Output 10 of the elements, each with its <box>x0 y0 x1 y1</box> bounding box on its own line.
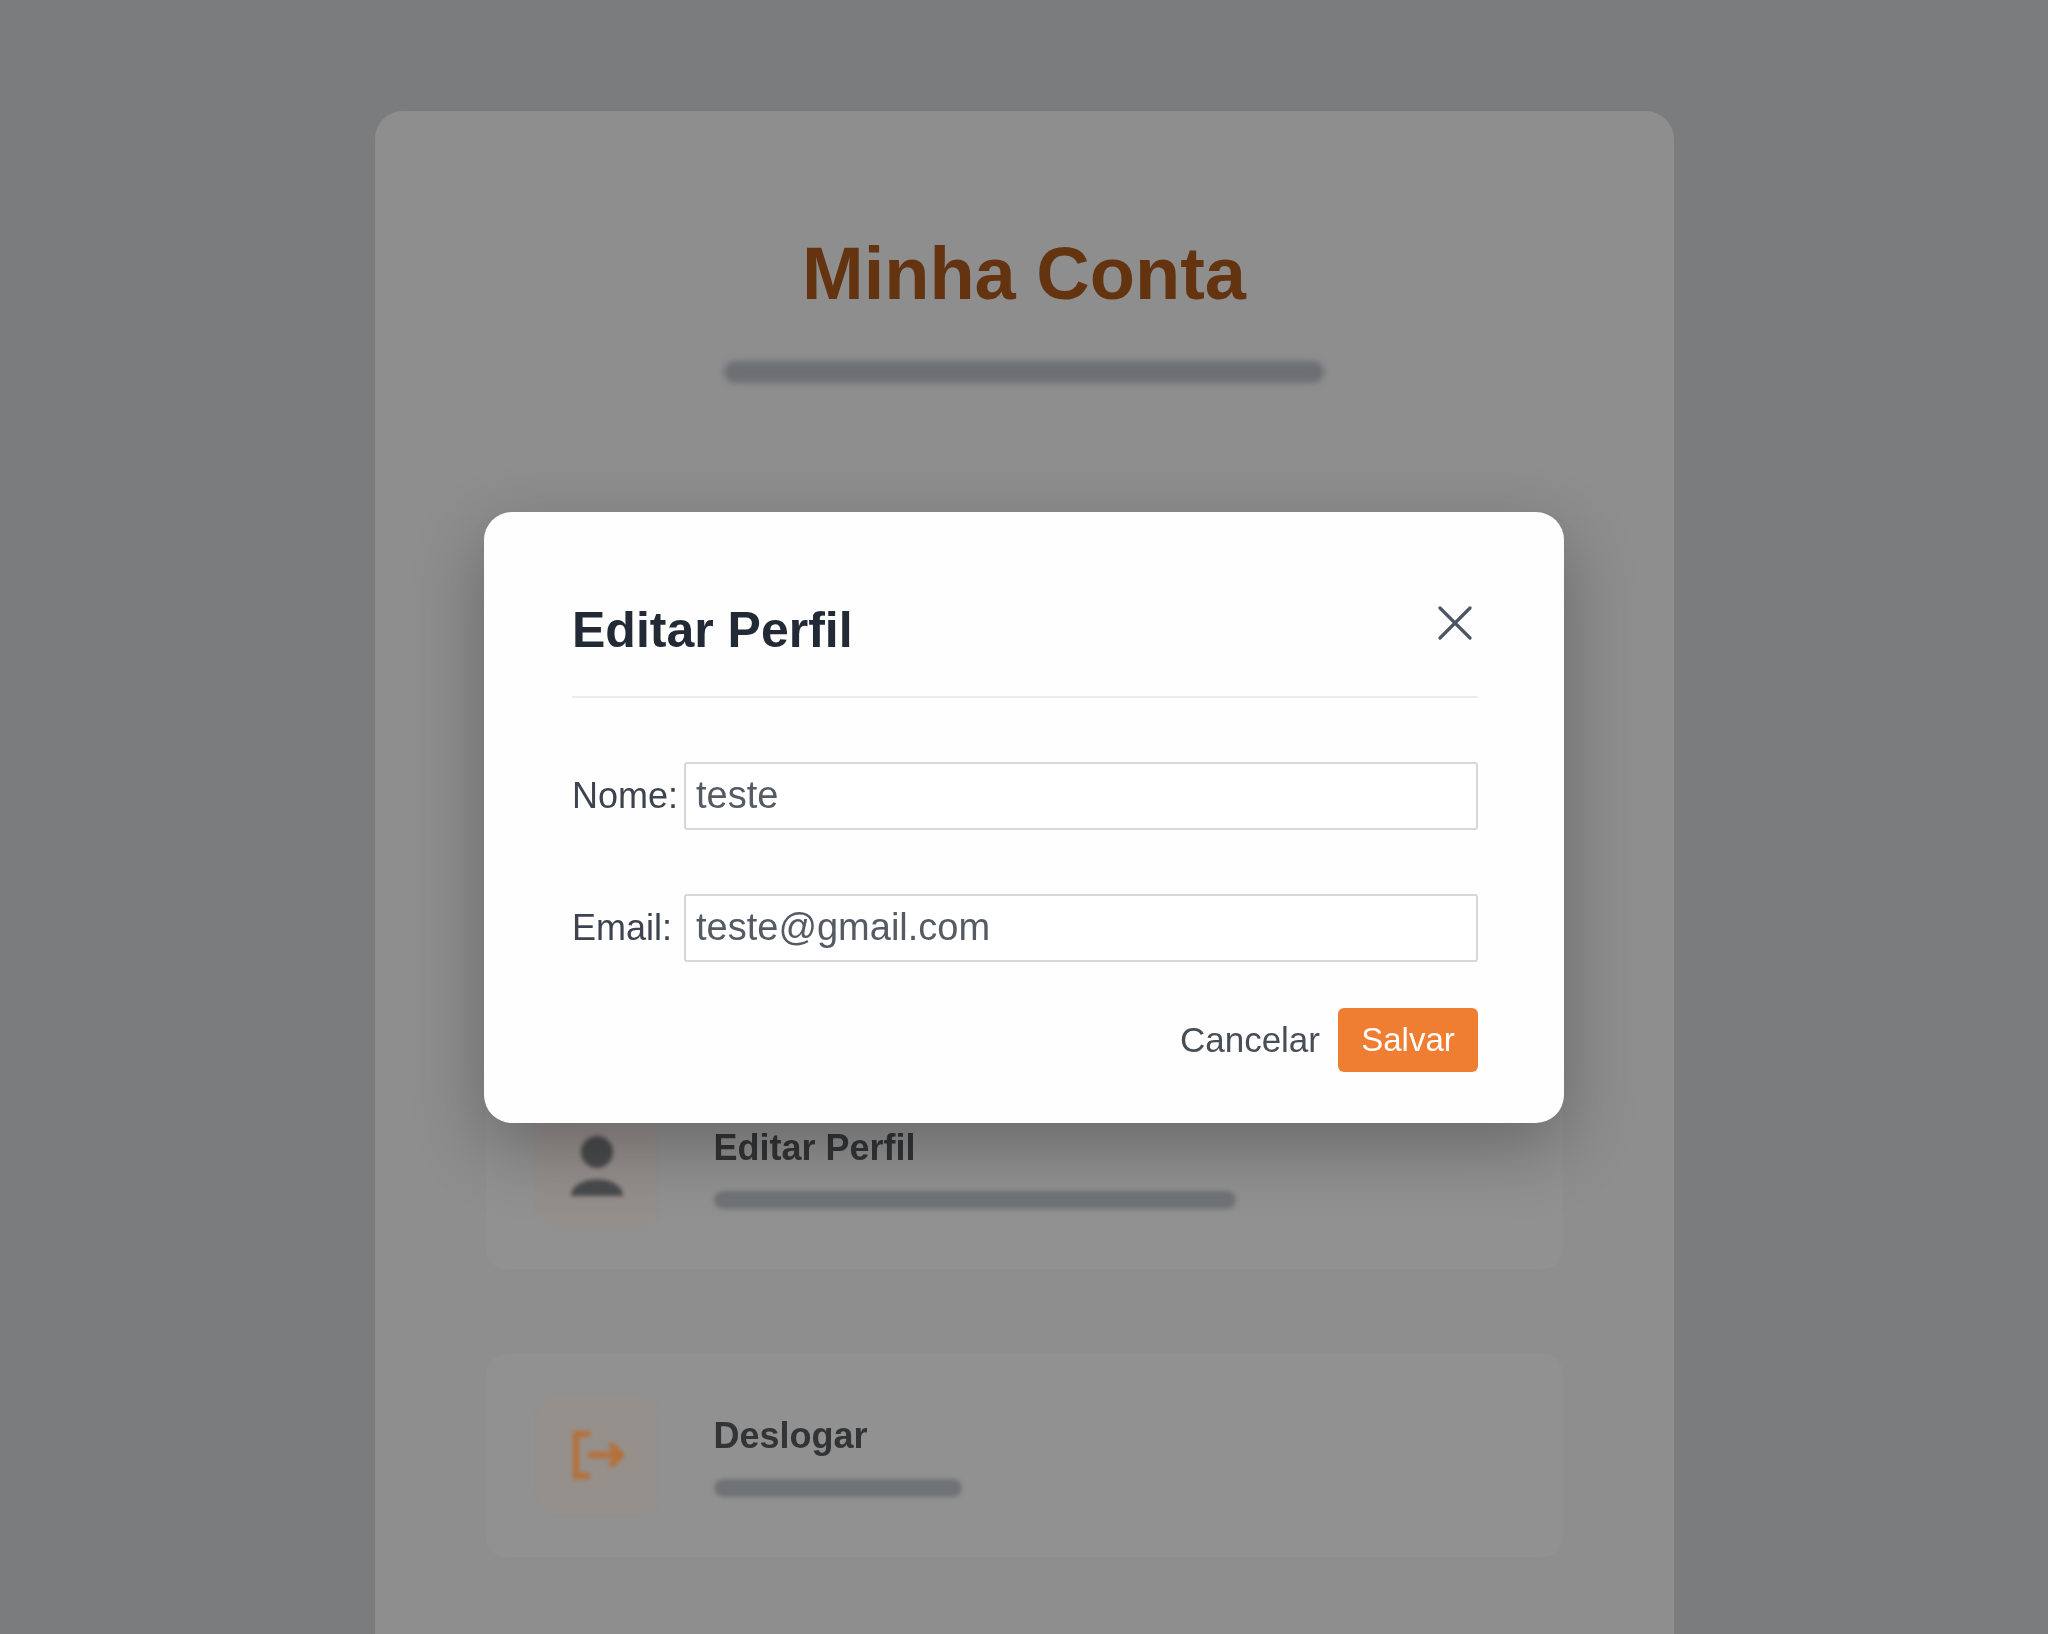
menu-item-title: Editar Perfil <box>713 1125 917 1169</box>
text-input[interactable]: teste <box>684 761 1478 830</box>
field-label: Email: <box>572 906 674 949</box>
menu-item-title: Deslogar <box>713 1413 869 1457</box>
dialog-title: Editar Perfil <box>572 601 853 658</box>
page-title: Minha Conta <box>802 231 1246 317</box>
close-icon[interactable] <box>1438 605 1472 640</box>
field-label: Nome: <box>572 774 679 817</box>
cancel-button[interactable]: Cancelar <box>1179 1015 1320 1064</box>
text-input[interactable]: teste@gmail.com <box>684 893 1478 962</box>
